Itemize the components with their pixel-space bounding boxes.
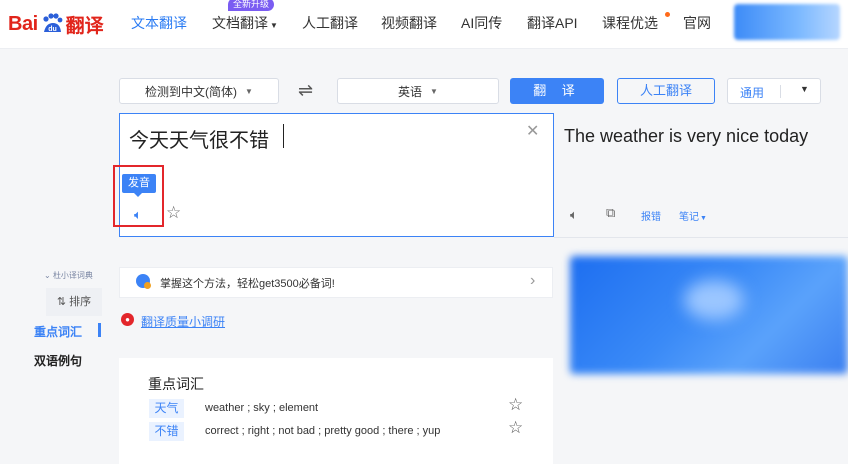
dictionary-tag: ⌄ 杜小译词典 [44, 271, 93, 280]
blurred-header-banner[interactable] [734, 4, 840, 40]
survey-icon: ● [121, 313, 134, 326]
nav-text-translate[interactable]: 文本翻译 [131, 12, 187, 34]
copy-icon[interactable]: ⧉ [606, 205, 615, 221]
logo-bai: Bai [8, 12, 38, 35]
report-error-link[interactable]: 报错 [641, 208, 661, 223]
domain-label: 通用 [740, 86, 765, 100]
translate-button[interactable]: 翻 译 [510, 78, 604, 104]
source-language-label: 检测到中文(简体) [145, 84, 238, 99]
nav-official-site[interactable]: 官网 [683, 12, 711, 34]
vocab-title: 重点词汇 [148, 376, 204, 392]
star-icon[interactable]: ☆ [508, 418, 523, 438]
blurred-ad-highlight [684, 280, 744, 320]
sort-icon: ⇅ [56, 296, 70, 308]
tip-icon-dot [144, 282, 151, 289]
tip-text: 掌握这个方法，轻松get3500必备词! [160, 278, 335, 290]
nav-doc-label: 文档翻译 [212, 15, 268, 31]
domain-divider [780, 85, 781, 98]
caret-down-icon: ▼ [800, 84, 809, 94]
nav-human-translate[interactable]: 人工翻译 [302, 12, 358, 34]
target-language-label: 英语 [398, 84, 423, 99]
chevron-down-icon: ▼ [430, 86, 438, 96]
notes-label: 笔记 [679, 212, 699, 223]
speaker-icon[interactable]: 🔈︎ [134, 207, 142, 223]
nav-api[interactable]: 翻译API [527, 12, 578, 34]
nav-courses[interactable]: 课程优选 [602, 12, 658, 34]
vocab-word[interactable]: 天气 [149, 399, 184, 418]
menu-key-vocab[interactable]: 重点词汇 [34, 323, 82, 340]
star-icon[interactable]: ☆ [508, 395, 523, 415]
nav-ai-interpret[interactable]: AI同传 [461, 12, 502, 34]
result-divider [554, 237, 848, 238]
swap-arrows-icon[interactable]: ⇌ [298, 80, 313, 101]
survey-link[interactable]: 翻译质量小调研 [141, 313, 225, 330]
sort-button[interactable]: ⇅ 排序 [46, 288, 102, 316]
notification-dot [665, 12, 670, 17]
translation-result: The weather is very nice today [564, 126, 809, 146]
baidu-translate-logo[interactable]: Bai du 翻译 [8, 10, 104, 38]
notes-dropdown[interactable]: 笔记▼ [679, 208, 707, 223]
nav-doc-translate[interactable]: 文档翻译 ▼ [212, 12, 278, 34]
chevron-down-icon: ▼ [245, 86, 253, 96]
logo-du: du [48, 26, 57, 33]
star-icon[interactable]: ☆ [166, 203, 181, 223]
chevron-down-icon: ▼ [270, 21, 278, 30]
target-language-select[interactable]: 英语 ▼ [337, 78, 499, 104]
source-text-input[interactable]: 今天天气很不错 [129, 124, 269, 153]
new-badge: 全新升级 [228, 0, 275, 11]
dict-tag-label: 杜小译词典 [52, 271, 93, 280]
domain-select[interactable]: 通用 ▼ [727, 78, 821, 104]
vocab-definition: correct ; right ; not bad ; pretty good … [205, 425, 441, 437]
paw-icon: du [43, 13, 63, 33]
text-cursor [283, 124, 284, 148]
nav-video-translate[interactable]: 视频翻译 [381, 12, 437, 34]
menu-bilingual-examples[interactable]: 双语例句 [34, 352, 82, 369]
speaker-icon[interactable]: 🔈︎ [570, 207, 578, 223]
clear-icon[interactable]: ✕ [526, 121, 539, 141]
sort-label: 排序 [69, 296, 92, 308]
caret-down-icon: ▼ [700, 215, 707, 222]
active-menu-indicator [98, 323, 101, 337]
vocab-word[interactable]: 不错 [149, 422, 184, 441]
chevron-right-icon[interactable]: › [530, 272, 535, 290]
source-language-select[interactable]: 检测到中文(简体) ▼ [119, 78, 279, 104]
human-translate-button[interactable]: 人工翻译 [617, 78, 715, 104]
logo-translate: 翻译 [65, 15, 104, 37]
vocab-definition: weather ; sky ; element [205, 402, 319, 414]
